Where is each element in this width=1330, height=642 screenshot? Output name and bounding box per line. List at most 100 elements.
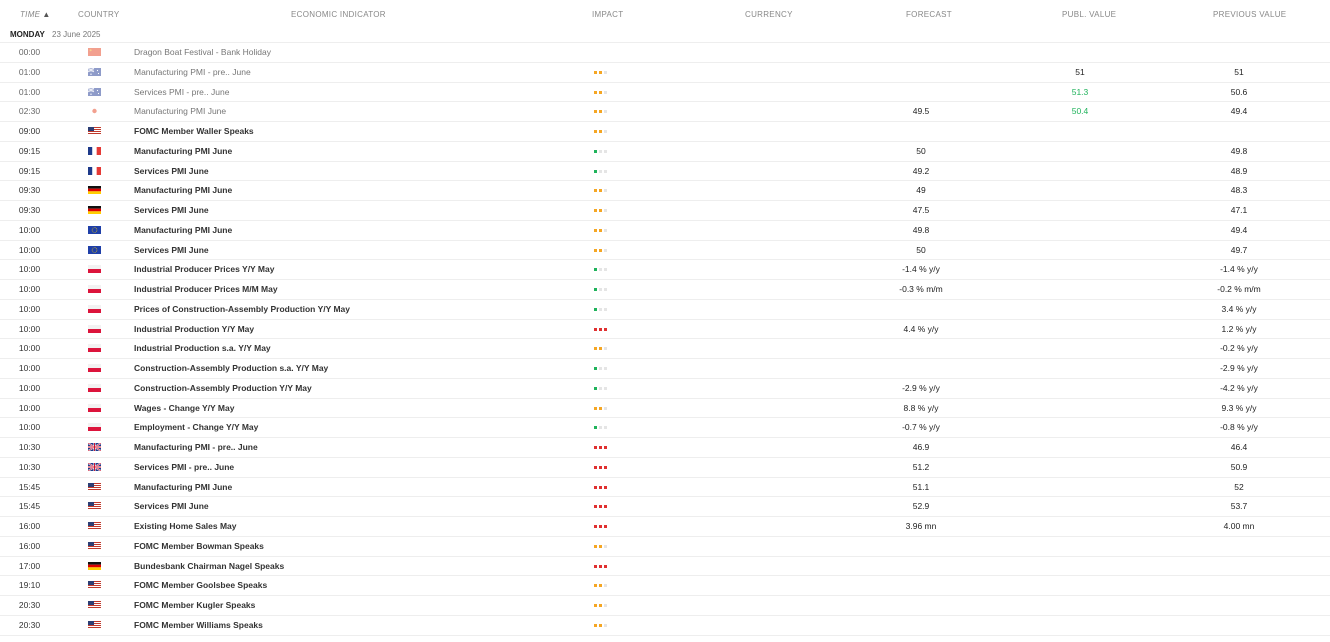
impact-dot bbox=[594, 544, 597, 548]
event-row[interactable]: 10:00 Employment - Change Y/Y May -0.7 % y… bbox=[0, 418, 1330, 438]
impact-dot bbox=[599, 70, 602, 74]
forecast-value: 50 bbox=[916, 145, 926, 156]
impact-dot bbox=[604, 248, 607, 252]
event-indicator-name[interactable]: Services PMI - pre.. June bbox=[134, 458, 234, 476]
event-time: 20:30 bbox=[18, 600, 41, 610]
event-row[interactable]: 09:00 FOMC Member Waller Speaks bbox=[0, 122, 1330, 142]
event-indicator-name[interactable]: Employment - Change Y/Y May bbox=[134, 418, 258, 436]
event-indicator-name[interactable]: FOMC Member Bowman Speaks bbox=[134, 537, 264, 555]
event-indicator-name[interactable]: Industrial Producer Prices Y/Y May bbox=[134, 260, 274, 278]
event-time: 17:00 bbox=[18, 560, 41, 571]
event-row[interactable]: 09:30 Manufacturing PMI June 49 48.3 bbox=[0, 181, 1330, 201]
event-indicator-name[interactable]: FOMC Member Goolsbee Speaks bbox=[134, 576, 267, 594]
impact-indicator bbox=[594, 465, 610, 469]
impact-dot bbox=[604, 544, 607, 548]
event-time: 10:00 bbox=[18, 264, 41, 275]
event-indicator-name[interactable]: Wages - Change Y/Y May bbox=[134, 399, 234, 417]
event-indicator-name[interactable]: Manufacturing PMI June bbox=[134, 221, 232, 239]
event-row[interactable]: 00:00 Dragon Boat Festival - Bank Holiday bbox=[0, 43, 1330, 63]
event-indicator-name[interactable]: Construction-Assembly Production s.a. Y/… bbox=[134, 359, 328, 377]
event-indicator-name[interactable]: FOMC Member Kugler Speaks bbox=[134, 596, 255, 614]
column-header-time[interactable]: TIME ▲ bbox=[20, 10, 51, 19]
impact-dot bbox=[604, 209, 607, 212]
event-row[interactable]: 10:00 Industrial Production Y/Y May 4.4 % … bbox=[0, 320, 1330, 340]
event-indicator-name[interactable]: Prices of Construction-Assembly Producti… bbox=[134, 300, 350, 318]
previous-value: 52 bbox=[1234, 481, 1244, 492]
event-row[interactable]: 10:30 Manufacturing PMI - pre.. June 46.9 4… bbox=[0, 438, 1330, 458]
event-row[interactable]: 10:00 Wages - Change Y/Y May 8.8 % y/y 9.3 … bbox=[0, 399, 1330, 419]
forecast-value: 51.1 bbox=[912, 481, 930, 492]
impact-dot bbox=[604, 70, 607, 74]
event-row[interactable]: 10:00 Industrial Producer Prices Y/Y May -… bbox=[0, 260, 1330, 280]
event-row[interactable]: 10:00 Services PMI June 50 49.7 bbox=[0, 241, 1330, 261]
published-value: 50.4 bbox=[1071, 106, 1089, 117]
impact-dot bbox=[594, 347, 597, 351]
us-flag-icon bbox=[88, 541, 101, 550]
event-indicator-name[interactable]: Services PMI June bbox=[134, 241, 209, 259]
event-indicator-name[interactable]: Services PMI June bbox=[134, 201, 209, 219]
event-row[interactable]: 15:45 Services PMI June 52.9 53.7 bbox=[0, 497, 1330, 517]
impact-indicator bbox=[594, 288, 610, 291]
poland-flag-icon bbox=[88, 403, 101, 412]
event-indicator-name[interactable]: Manufacturing PMI June bbox=[134, 478, 232, 496]
event-indicator-name[interactable]: Industrial Production s.a. Y/Y May bbox=[134, 339, 271, 357]
event-row[interactable]: 09:30 Services PMI June 47.5 47.1 bbox=[0, 201, 1330, 221]
impact-indicator bbox=[594, 248, 610, 252]
economic-calendar: TIME ▲ COUNTRY ECONOMIC INDICATOR IMPACT … bbox=[0, 0, 1330, 636]
event-time: 10:00 bbox=[18, 343, 41, 354]
event-indicator-name[interactable]: Manufacturing PMI - pre.. June bbox=[134, 438, 258, 456]
eu-flag-icon bbox=[88, 225, 101, 234]
china-flag-icon bbox=[88, 48, 101, 56]
event-indicator-name[interactable]: Services PMI June bbox=[134, 497, 209, 515]
event-row[interactable]: 01:00 Services PMI - pre.. June 51.3 50.6 bbox=[0, 83, 1330, 103]
event-row[interactable]: 10:00 Construction-Assembly Production s.… bbox=[0, 359, 1330, 379]
event-indicator-name[interactable]: Manufacturing PMI - pre.. June bbox=[134, 63, 251, 81]
impact-dot bbox=[599, 248, 602, 252]
event-indicator-name[interactable]: FOMC Member Waller Speaks bbox=[134, 122, 254, 140]
event-indicator-name[interactable]: FOMC Member Williams Speaks bbox=[134, 616, 263, 634]
event-row[interactable]: 10:00 Prices of Construction-Assembly Pro… bbox=[0, 300, 1330, 320]
event-row[interactable]: 09:15 Services PMI June 49.2 48.9 bbox=[0, 162, 1330, 182]
event-indicator-name[interactable]: Industrial Producer Prices M/M May bbox=[134, 280, 278, 298]
impact-indicator bbox=[594, 169, 610, 173]
impact-dot bbox=[599, 426, 602, 430]
event-row[interactable]: 10:00 Construction-Assembly Production Y/… bbox=[0, 379, 1330, 399]
event-row[interactable]: 16:00 Existing Home Sales May 3.96 mn 4.00 … bbox=[0, 517, 1330, 537]
event-row[interactable]: 01:00 Manufacturing PMI - pre.. June 51 51 bbox=[0, 63, 1330, 83]
event-indicator-name[interactable]: Manufacturing PMI June bbox=[134, 181, 232, 199]
event-row[interactable]: 16:00 FOMC Member Bowman Speaks bbox=[0, 537, 1330, 557]
event-row[interactable]: 17:00 Bundesbank Chairman Nagel Speaks bbox=[0, 557, 1330, 577]
event-row[interactable]: 09:15 Manufacturing PMI June 50 49.8 bbox=[0, 142, 1330, 162]
event-row[interactable]: 20:30 FOMC Member Williams Speaks bbox=[0, 616, 1330, 636]
previous-value: 51 bbox=[1234, 66, 1244, 77]
previous-value: 50.6 bbox=[1230, 86, 1248, 97]
event-indicator-name[interactable]: Existing Home Sales May bbox=[134, 517, 237, 535]
impact-indicator bbox=[594, 525, 610, 528]
impact-dot bbox=[599, 544, 602, 548]
event-row[interactable]: 15:45 Manufacturing PMI June 51.1 52 bbox=[0, 478, 1330, 498]
previous-value: 49.8 bbox=[1230, 145, 1248, 156]
forecast-value: 49 bbox=[916, 185, 926, 196]
event-row[interactable]: 10:00 Manufacturing PMI June 49.8 49.4 bbox=[0, 221, 1330, 241]
impact-dot bbox=[599, 90, 602, 94]
event-indicator-name[interactable]: Manufacturing PMI June bbox=[134, 102, 226, 120]
event-indicator-name[interactable]: Services PMI - pre.. June bbox=[134, 83, 229, 101]
event-indicator-name[interactable]: Dragon Boat Festival - Bank Holiday bbox=[134, 43, 271, 61]
event-indicator-name[interactable]: Bundesbank Chairman Nagel Speaks bbox=[134, 557, 284, 575]
event-time: 10:00 bbox=[18, 244, 41, 255]
event-indicator-name[interactable]: Industrial Production Y/Y May bbox=[134, 320, 254, 338]
previous-value: -1.4 % y/y bbox=[1220, 264, 1258, 275]
event-row[interactable]: 10:00 Industrial Producer Prices M/M May -… bbox=[0, 280, 1330, 300]
event-row[interactable]: 10:30 Services PMI - pre.. June 51.2 50.9 bbox=[0, 458, 1330, 478]
event-row[interactable]: 20:30 FOMC Member Kugler Speaks bbox=[0, 596, 1330, 616]
event-time: 09:15 bbox=[18, 165, 41, 176]
event-row[interactable]: 19:10 FOMC Member Goolsbee Speaks bbox=[0, 576, 1330, 596]
event-indicator-name[interactable]: Services PMI June bbox=[134, 162, 209, 180]
event-row[interactable]: 10:00 Industrial Production s.a. Y/Y May -… bbox=[0, 339, 1330, 359]
event-row[interactable]: 02:30 Manufacturing PMI June 49.5 50.4 49.4 bbox=[0, 102, 1330, 122]
impact-dot bbox=[594, 465, 597, 469]
impact-indicator bbox=[594, 564, 610, 568]
impact-dot bbox=[594, 130, 597, 133]
event-indicator-name[interactable]: Construction-Assembly Production Y/Y May bbox=[134, 379, 312, 397]
event-indicator-name[interactable]: Manufacturing PMI June bbox=[134, 142, 232, 160]
